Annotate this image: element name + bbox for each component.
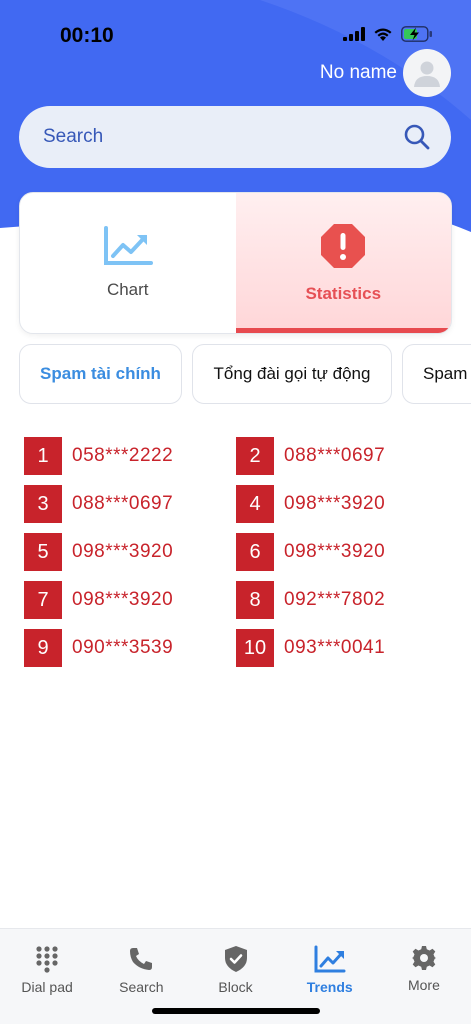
chart-icon (103, 226, 153, 265)
gear-icon (411, 946, 436, 970)
profile-name: No name (319, 62, 397, 83)
active-tab-indicator (235, 328, 451, 333)
list-item[interactable]: 7 098***3920 (24, 576, 236, 624)
list-item[interactable]: 9 090***3539 (24, 624, 236, 672)
ranking-row: 1 058***2222 2 088***0697 (24, 432, 448, 480)
shield-check-icon (224, 946, 247, 972)
nav-label: Trends (306, 979, 353, 995)
chip-auto-call[interactable]: Tổng đài gọi tự động (192, 344, 392, 404)
list-item[interactable]: 8 092***7802 (236, 576, 448, 624)
nav-label: Block (218, 979, 253, 995)
dialpad-icon (36, 946, 58, 973)
spam-ranking-list: 1 058***2222 2 088***0697 3 088***0697 4… (24, 432, 448, 672)
phone-number: 088***0697 (72, 493, 174, 514)
phone-number: 093***0041 (284, 637, 386, 658)
list-item[interactable]: 10 093***0041 (236, 624, 448, 672)
ranking-row: 3 088***0697 4 098***3920 (24, 480, 448, 528)
rank-badge: 5 (24, 533, 62, 571)
phone-number: 098***3920 (72, 541, 174, 562)
status-time: 00:10 (60, 24, 114, 47)
nav-label: Dial pad (21, 979, 73, 995)
status-icons (343, 26, 433, 42)
nav-label: More (407, 977, 440, 993)
search-placeholder: Search (43, 126, 104, 147)
category-chips: Spam tài chính Tổng đài gọi tự động Spam (19, 344, 471, 404)
chip-spam-finance[interactable]: Spam tài chính (19, 344, 182, 404)
phone-number: 098***3920 (72, 589, 174, 610)
tab-statistics-label: Statistics (305, 284, 382, 303)
nav-more[interactable]: More (377, 929, 471, 1024)
phone-number: 098***3920 (284, 493, 386, 514)
phone-icon (130, 948, 153, 970)
list-item[interactable]: 4 098***3920 (236, 480, 448, 528)
rank-badge: 4 (236, 485, 274, 523)
ranking-row: 9 090***3539 10 093***0041 (24, 624, 448, 672)
phone-number: 088***0697 (284, 445, 386, 466)
alert-octagon-icon (321, 224, 366, 268)
phone-number: 058***2222 (72, 445, 174, 466)
tab-statistics[interactable]: Statistics (235, 193, 451, 333)
list-item[interactable]: 6 098***3920 (236, 528, 448, 576)
rank-badge: 9 (24, 629, 62, 667)
nav-label: Search (119, 979, 164, 995)
avatar[interactable] (403, 49, 451, 97)
search-icon[interactable] (403, 123, 431, 151)
phone-number: 092***7802 (284, 589, 386, 610)
trending-up-icon (314, 945, 346, 973)
tab-chart-label: Chart (106, 280, 149, 299)
rank-badge: 10 (236, 629, 274, 667)
signal-icon (343, 27, 365, 41)
user-icon (414, 61, 440, 87)
nav-dial-pad[interactable]: Dial pad (0, 929, 94, 1024)
rank-badge: 3 (24, 485, 62, 523)
list-item[interactable]: 1 058***2222 (24, 432, 236, 480)
profile[interactable]: No name (320, 49, 451, 97)
wifi-icon (374, 28, 392, 41)
rank-badge: 8 (236, 581, 274, 619)
chip-spam[interactable]: Spam (402, 344, 471, 404)
phone-number: 098***3920 (284, 541, 386, 562)
list-item[interactable]: 5 098***3920 (24, 528, 236, 576)
tab-chart[interactable]: Chart (20, 193, 236, 333)
list-item[interactable]: 2 088***0697 (236, 432, 448, 480)
rank-badge: 6 (236, 533, 274, 571)
search-input[interactable]: Search (19, 106, 451, 168)
list-item[interactable]: 3 088***0697 (24, 480, 236, 528)
ranking-row: 7 098***3920 8 092***7802 (24, 576, 448, 624)
ranking-row: 5 098***3920 6 098***3920 (24, 528, 448, 576)
home-indicator (152, 1008, 320, 1014)
rank-badge: 7 (24, 581, 62, 619)
rank-badge: 1 (24, 437, 62, 475)
view-tabs: Chart Statistics (19, 192, 452, 334)
rank-badge: 2 (236, 437, 274, 475)
battery-charging-icon (401, 26, 432, 42)
phone-number: 090***3539 (72, 637, 174, 658)
